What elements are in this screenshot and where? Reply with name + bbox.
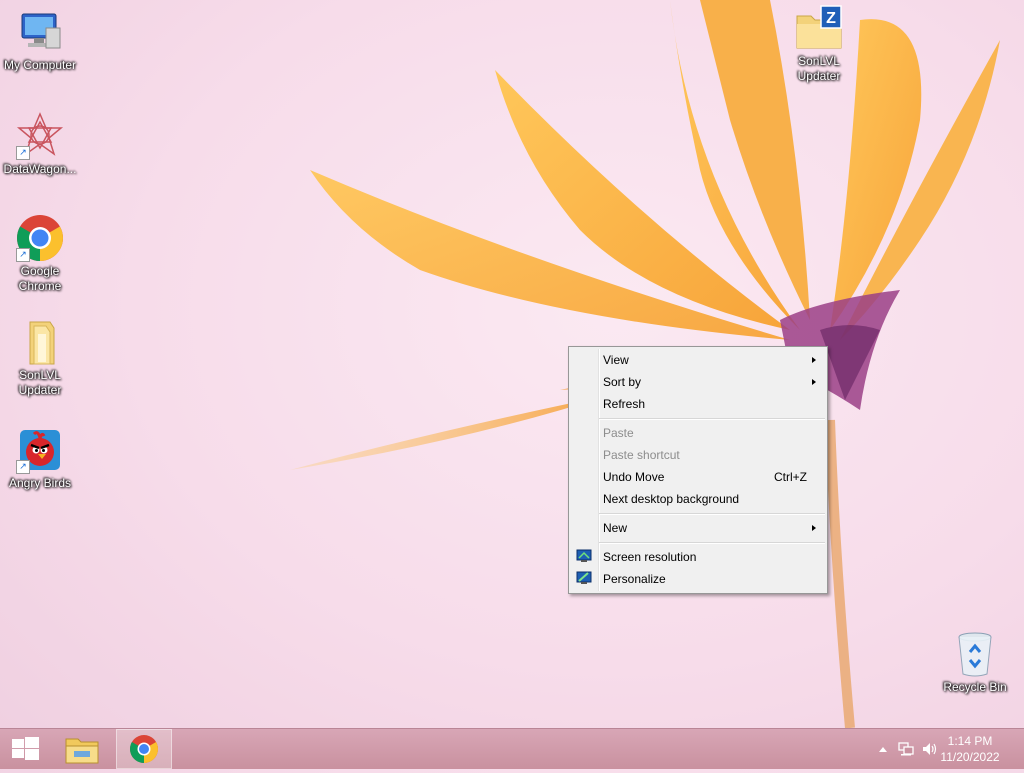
menu-separator [599,418,825,420]
desktop-icon-datawagon[interactable]: ↗ DataWagon... [0,112,80,177]
chrome-icon: ↗ [16,214,64,262]
taskbar: 1:14 PM 11/20/2022 [0,728,1024,769]
windows-logo-icon [12,737,39,760]
menu-item-paste: Paste [571,422,825,444]
datawagon-logo-icon: ↗ [16,112,64,160]
submenu-arrow-icon [812,525,816,531]
menu-item-label: Refresh [603,397,646,411]
desktop-icon-angry-birds[interactable]: ↗ Angry Birds [0,426,80,491]
start-button[interactable] [0,729,52,769]
desktop-icon-recycle-bin[interactable]: Recycle Bin [935,630,1015,695]
desktop-icon-label: Angry Birds [8,476,72,490]
taskbar-file-explorer-button[interactable] [56,729,108,769]
shortcut-arrow-icon: ↗ [16,460,30,474]
menu-item-label: Personalize [603,572,666,586]
menu-item-new[interactable]: New [571,517,825,539]
computer-icon [16,8,64,56]
angry-birds-icon: ↗ [16,426,64,474]
desktop-icon-sonlvl-updater-folder[interactable]: SonLVL Updater [0,318,80,398]
chrome-icon [130,735,158,763]
folder-icon [16,318,64,366]
desktop-icon-my-computer[interactable]: My Computer [0,8,80,73]
menu-item-shortcut: Ctrl+Z [774,470,807,484]
file-explorer-icon [65,738,99,764]
desktop-icon-google-chrome[interactable]: ↗ Google Chrome [0,214,80,294]
desktop-icon-label: SonLVL Updater [18,368,62,397]
desktop-context-menu: View Sort by Refresh Paste Paste shortcu… [568,346,828,594]
taskbar-clock[interactable]: 1:14 PM 11/20/2022 [930,733,1010,765]
submenu-arrow-icon [812,357,816,363]
shortcut-arrow-icon: ↗ [16,146,30,160]
menu-item-undo-move[interactable]: Undo Move Ctrl+Z [571,466,825,488]
menu-item-screen-resolution[interactable]: Screen resolution [571,546,825,568]
show-hidden-icons-chevron-icon[interactable] [878,745,888,753]
desktop-icon-label: SonLVL Updater [797,54,841,83]
submenu-arrow-icon [812,379,816,385]
menu-item-refresh[interactable]: Refresh [571,393,825,415]
menu-item-label: Next desktop background [603,492,740,506]
personalize-icon [576,571,592,584]
menu-item-sort-by[interactable]: Sort by [571,371,825,393]
clock-time: 1:14 PM [947,734,993,748]
desktop-icon-sonlvl-updater-zip[interactable]: Z SonLVL Updater [779,4,859,84]
svg-text:Z: Z [826,10,836,27]
desktop-icon-label: Recycle Bin [943,680,1007,694]
menu-item-label: Paste shortcut [603,448,680,462]
menu-item-label: Paste [603,426,634,440]
desktop-icon-label: DataWagon... [3,162,77,176]
menu-item-view[interactable]: View [571,349,825,371]
menu-item-next-desktop-background[interactable]: Next desktop background [571,488,825,510]
menu-item-personalize[interactable]: Personalize [571,568,825,590]
taskbar-chrome-button[interactable] [116,729,172,769]
menu-item-label: Sort by [603,375,642,389]
menu-item-label: New [603,521,628,535]
menu-item-label: Screen resolution [603,550,697,564]
zip-folder-icon: Z [795,4,843,52]
monitor-icon [576,549,592,562]
menu-item-paste-shortcut: Paste shortcut [571,444,825,466]
clock-date: 11/20/2022 [940,750,1000,764]
menu-separator [599,513,825,515]
menu-separator [599,542,825,544]
recycle-bin-icon [951,630,999,678]
desktop-wallpaper [290,0,1000,728]
menu-item-label: Undo Move [603,470,665,484]
network-icon[interactable] [898,741,914,757]
menu-item-label: View [603,353,629,367]
desktop-icon-label: My Computer [3,58,77,72]
desktop-icon-label: Google Chrome [18,264,62,293]
shortcut-arrow-icon: ↗ [16,248,30,262]
